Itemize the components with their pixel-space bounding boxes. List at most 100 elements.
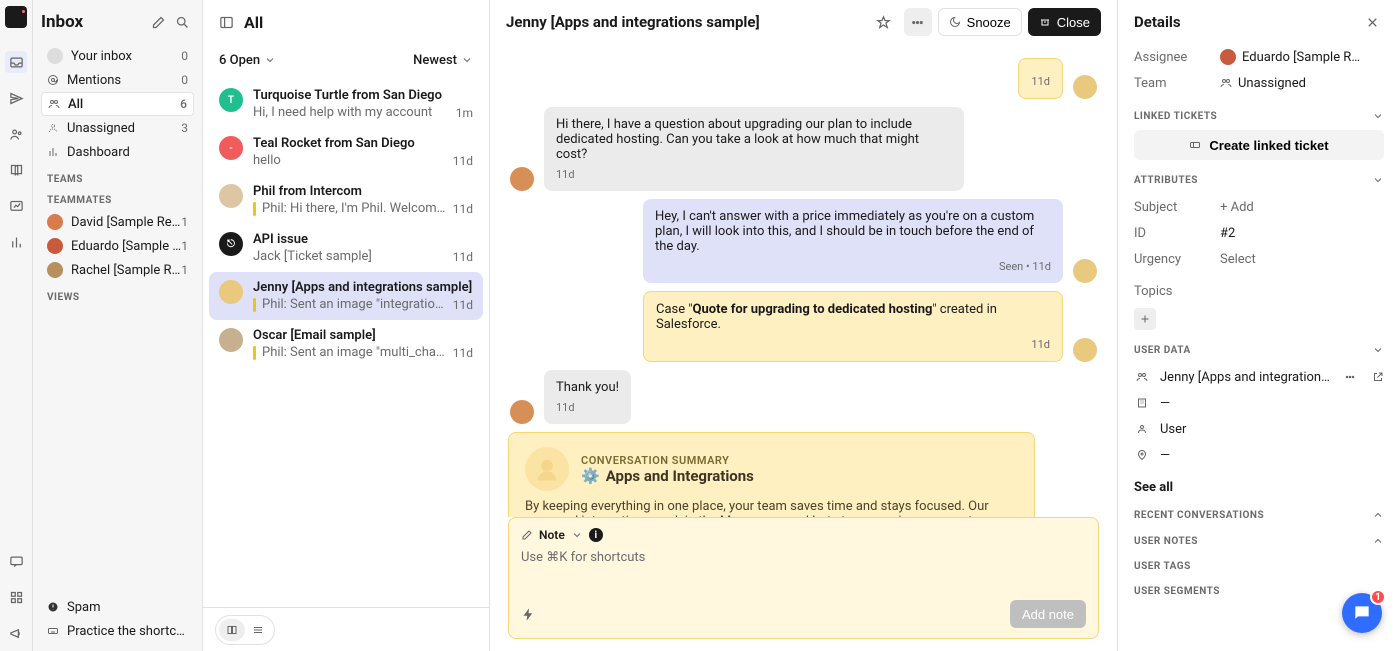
add-note-button[interactable]: Add note <box>1010 600 1086 628</box>
user-data-row[interactable]: — <box>1134 442 1384 468</box>
close-button[interactable]: Close <box>1028 8 1101 36</box>
user-data-row[interactable]: — <box>1134 390 1384 416</box>
list-footer <box>203 607 489 651</box>
details-title: Details <box>1134 13 1360 31</box>
view-list-icon[interactable] <box>245 619 271 641</box>
sidebar-teammate[interactable]: David [Sample Rep]1 <box>41 210 194 234</box>
chevron-up-icon <box>1372 509 1384 521</box>
mention-icon <box>47 74 59 86</box>
sort-dropdown[interactable]: Newest <box>413 53 473 68</box>
rail-send-icon[interactable] <box>5 87 27 109</box>
sidebar-teammate[interactable]: Eduardo [Sample Rep]1 <box>41 234 194 258</box>
summary-body: By keeping everything in one place, your… <box>525 499 1018 517</box>
dashboard-icon <box>47 146 59 158</box>
attribute-row[interactable]: ID#2 <box>1134 220 1384 246</box>
message-bubble: Thank you! 11d <box>544 370 631 424</box>
avatar-icon <box>219 184 243 208</box>
app-logo[interactable] <box>5 6 27 28</box>
add-topic-button[interactable] <box>1134 308 1156 330</box>
help-fab[interactable]: 1 <box>1342 593 1382 633</box>
message-time: 11d <box>656 338 1050 351</box>
message-text: Thank you! <box>556 380 619 395</box>
search-icon[interactable] <box>170 10 194 34</box>
rail-messages-icon[interactable] <box>5 550 27 572</box>
list-header: All <box>203 0 489 44</box>
sidebar-item-dashboard[interactable]: Dashboard <box>41 140 194 164</box>
conversation-time: 11d <box>453 250 473 264</box>
user-name-row[interactable]: Jenny [Apps and integrations sample] <box>1134 364 1384 390</box>
conversation-snippet: Phil: Hi there, I'm Phil. Welcome to you… <box>262 201 447 216</box>
conversation-snippet: Jack [Ticket sample] <box>253 249 447 264</box>
attribute-row[interactable]: Subject+ Add <box>1134 194 1384 220</box>
conversation-title: Jenny [Apps and integrations sample] <box>506 13 870 31</box>
conversation-item[interactable]: T Turquoise Turtle from San Diego Hi, I … <box>209 80 483 128</box>
ticket-icon <box>1189 139 1201 151</box>
topics-row: Topics <box>1134 278 1384 304</box>
sidebar-item-all[interactable]: All 6 <box>41 92 194 116</box>
sidebar-nav: Your inbox 0 Mentions 0 All 6 Unassigned… <box>41 44 194 164</box>
attribute-row[interactable]: UrgencySelect <box>1134 246 1384 272</box>
rail-stats-icon[interactable] <box>5 231 27 253</box>
open-filter-dropdown[interactable]: 6 Open <box>219 53 276 68</box>
user-data-row[interactable]: User <box>1134 416 1384 442</box>
sidebar-item-mentions[interactable]: Mentions 0 <box>41 68 194 92</box>
see-all-button[interactable]: See all <box>1134 480 1384 495</box>
message-time: 11d <box>556 401 619 414</box>
rail-reports-icon[interactable] <box>5 195 27 217</box>
snooze-button[interactable]: Snooze <box>938 8 1022 36</box>
compose-icon[interactable] <box>146 10 170 34</box>
section-attributes[interactable]: ATTRIBUTES <box>1134 174 1384 186</box>
sidebar-teammate[interactable]: Rachel [Sample Rep]1 <box>41 258 194 282</box>
keyboard-icon <box>47 625 59 637</box>
sidebar-item-your-inbox[interactable]: Your inbox 0 <box>41 44 194 68</box>
info-icon[interactable]: i <box>589 528 603 542</box>
conversation-item[interactable]: Oscar [Email sample] Phil: Sent an image… <box>209 320 483 368</box>
rail-apps-icon[interactable] <box>5 586 27 608</box>
rail-broadcast-icon[interactable] <box>5 622 27 644</box>
avatar-icon <box>47 214 63 230</box>
sidebar-item-spam[interactable]: Spam <box>41 595 194 619</box>
moon-icon <box>949 16 961 28</box>
conversation-item[interactable]: ⎋ API issue Jack [Ticket sample] 11d <box>209 224 483 272</box>
more-icon[interactable] <box>1344 371 1356 383</box>
summary-card: CONVERSATION SUMMARY ⚙️Apps and Integrat… <box>508 432 1035 517</box>
conversation-item[interactable]: - Teal Rocket from San Diego hello 11d <box>209 128 483 176</box>
close-details-icon[interactable] <box>1360 10 1384 34</box>
assignee-avatar <box>1220 49 1236 65</box>
section-user-data[interactable]: USER DATA <box>1134 344 1384 356</box>
team-row[interactable]: Team Unassigned <box>1134 70 1384 96</box>
pencil-icon <box>521 529 533 541</box>
conversation-pane: Jenny [Apps and integrations sample] Sno… <box>490 0 1118 651</box>
message-time: 11d <box>1031 75 1050 88</box>
sidebar-item-unassigned[interactable]: Unassigned 3 <box>41 116 194 140</box>
create-linked-ticket-button[interactable]: Create linked ticket <box>1134 130 1384 160</box>
section-linked-tickets[interactable]: LINKED TICKETS <box>1134 110 1384 122</box>
more-icon[interactable] <box>904 8 932 36</box>
section-user-segments[interactable]: USER SEGMENTS <box>1134 586 1384 597</box>
section-recent-conversations[interactable]: RECENT CONVERSATIONS <box>1134 509 1384 521</box>
sidebar-header: Inbox <box>41 0 194 44</box>
avatar-icon: T <box>219 88 243 112</box>
composer-input[interactable]: Use ⌘K for shortcuts <box>521 550 1086 584</box>
chevron-down-icon <box>1372 110 1384 122</box>
conversation-item[interactable]: Phil from Intercom Phil: Hi there, I'm P… <box>209 176 483 224</box>
rail-contacts-icon[interactable] <box>5 123 27 145</box>
avatar-icon <box>1073 338 1097 362</box>
external-link-icon[interactable] <box>1372 371 1384 383</box>
rail-knowledge-icon[interactable] <box>5 159 27 181</box>
avatar-icon <box>1073 75 1097 99</box>
section-user-tags[interactable]: USER TAGS <box>1134 561 1384 572</box>
panel-toggle-icon[interactable] <box>219 15 234 30</box>
bolt-icon[interactable] <box>521 607 536 622</box>
assignee-row[interactable]: Assignee Eduardo [Sample R… <box>1134 44 1384 70</box>
list-title: All <box>244 13 263 32</box>
details-panel: Details Assignee Eduardo [Sample R… Team… <box>1118 0 1400 651</box>
composer-mode[interactable]: Note i <box>521 528 1086 542</box>
conversation-item[interactable]: Jenny [Apps and integrations sample] Phi… <box>209 272 483 320</box>
star-icon[interactable] <box>870 8 898 36</box>
section-user-notes[interactable]: USER NOTES <box>1134 535 1384 547</box>
rail-inbox-icon[interactable] <box>5 51 27 73</box>
sidebar-item-shortcuts[interactable]: Practice the shortcuts <box>41 619 194 643</box>
view-split-icon[interactable] <box>219 619 245 641</box>
conversation-time: 11d <box>453 298 473 312</box>
